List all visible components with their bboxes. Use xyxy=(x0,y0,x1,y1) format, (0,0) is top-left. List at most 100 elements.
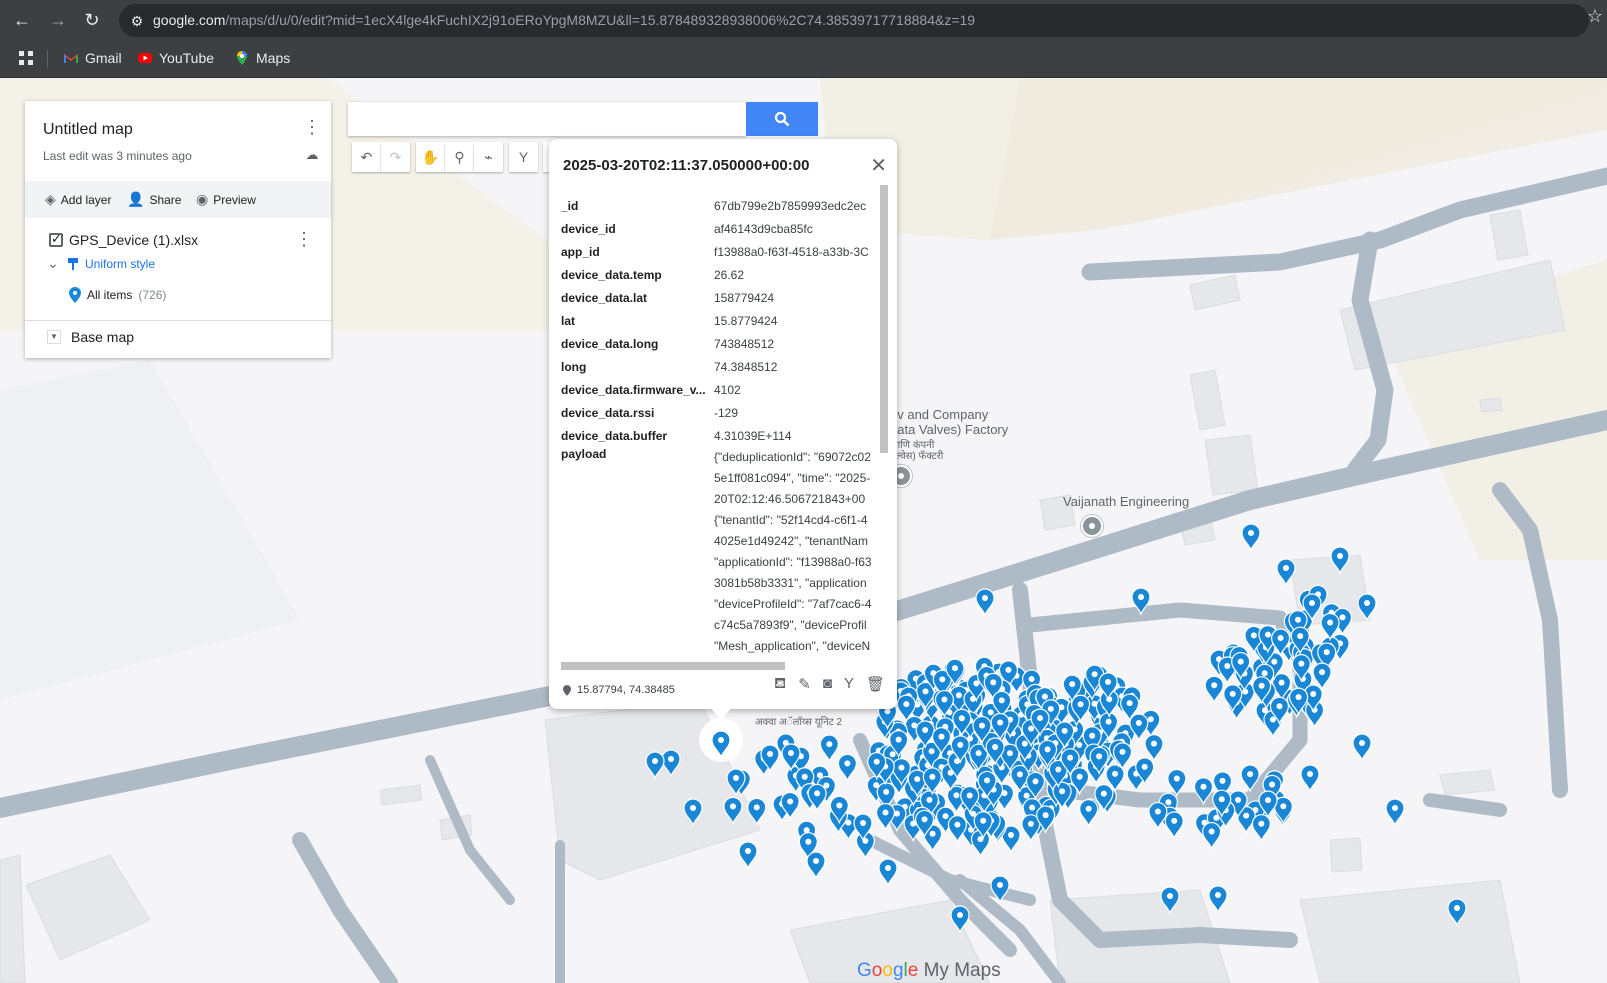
map-marker-icon[interactable] xyxy=(1144,734,1164,763)
bookmark-maps[interactable]: Maps xyxy=(234,50,290,66)
horizontal-scrollbar[interactable] xyxy=(561,662,785,670)
field-key: device_data.firmware_v... xyxy=(561,382,706,397)
vertical-scrollbar[interactable] xyxy=(880,185,888,453)
edit-pencil-icon[interactable]: ✎ xyxy=(798,675,811,694)
popup-field-row: device_data.long 743848512 xyxy=(561,332,879,355)
map-marker-icon[interactable] xyxy=(970,829,991,858)
share-button[interactable]: 👤 Share xyxy=(127,191,181,208)
field-key: device_id xyxy=(561,221,616,236)
preview-button[interactable]: ◉ Preview xyxy=(196,191,256,208)
map-marker-icon[interactable] xyxy=(806,851,826,880)
popup-field-row: device_data.lat 158779424 xyxy=(561,286,879,309)
map-marker-icon[interactable] xyxy=(878,858,898,887)
delete-trash-icon[interactable]: 🗑 xyxy=(866,675,885,694)
map-title[interactable]: Untitled map xyxy=(43,121,133,139)
popup-body[interactable]: _id 67db799e2b7859993edc2ec device_id af461… xyxy=(561,194,879,659)
directions-fork-icon[interactable]: Y xyxy=(844,675,854,694)
map-marker-icon[interactable] xyxy=(738,841,758,870)
gmail-icon xyxy=(64,54,78,63)
popup-field-row: device_data.rssi -129 xyxy=(561,401,879,424)
marker-icon xyxy=(69,287,81,303)
bookmark-star-icon[interactable]: ☆ xyxy=(1587,6,1603,27)
popup-actions: ⛾ ✎ ◙ Y 🗑 xyxy=(774,675,885,694)
layer-name[interactable]: GPS_Device (1).xlsx xyxy=(69,232,198,248)
reload-icon[interactable]: ↻ xyxy=(80,8,104,32)
map-marker-icon[interactable] xyxy=(1385,798,1405,827)
map-marker-icon[interactable] xyxy=(819,734,839,763)
map-marker-icon[interactable] xyxy=(837,753,857,783)
panel-actions: ◈ Add layer 👤 Share ◉ Preview xyxy=(25,181,331,218)
search-button[interactable] xyxy=(746,102,818,136)
payload-row: payload {"deduplicationId": "69072c02 5e1f… xyxy=(561,447,879,657)
pan-hand-icon[interactable]: ✋ xyxy=(416,142,445,172)
popup-field-row: device_id af46143d9cba85fc xyxy=(561,217,879,240)
add-layer-button[interactable]: ◈ Add layer xyxy=(45,191,111,208)
map-marker-icon[interactable] xyxy=(1204,675,1224,705)
field-value: 74.3848512 xyxy=(714,359,778,374)
url-text[interactable]: google.com/maps/d/u/0/edit?mid=1ecX4lge4… xyxy=(153,12,975,28)
bookmark-gmail[interactable]: Gmail xyxy=(63,50,122,66)
payload-line: c74c5a7893f9", "deviceProfil xyxy=(714,618,867,632)
field-key: device_data.buffer xyxy=(561,428,668,443)
base-map-row[interactable]: ▼ Base map xyxy=(47,329,134,345)
popup-field-row: long 74.3848512 xyxy=(561,355,879,378)
map-marker-icon[interactable] xyxy=(1164,811,1184,840)
map-label-factory-4: वल्वेस) फॅक्टरी xyxy=(890,451,944,462)
map-marker-icon[interactable] xyxy=(947,815,968,844)
popup-title: 2025-03-20T02:11:37.050000+00:00 xyxy=(563,157,810,174)
field-key: app_id xyxy=(561,244,600,259)
payload-line: 4025e1d49242", "tenantNam xyxy=(714,534,868,548)
field-value: 4.31039E+114 xyxy=(714,428,792,443)
map-marker-icon[interactable] xyxy=(1167,768,1187,798)
map-marker-icon[interactable] xyxy=(1276,558,1296,587)
style-paint-bucket-icon[interactable]: ⛾ xyxy=(774,675,786,694)
map-marker-icon[interactable] xyxy=(1300,764,1320,793)
map-marker-icon[interactable] xyxy=(1251,814,1271,843)
map-marker-icon[interactable] xyxy=(1079,799,1099,828)
layer-options-icon[interactable]: ⋮ xyxy=(295,229,313,250)
cloud-saved-icon: ☁ xyxy=(305,147,319,162)
layer-visibility-checkbox[interactable] xyxy=(49,231,63,247)
bookmarks-bar: Gmail YouTube Maps xyxy=(0,40,1607,78)
site-info-icon[interactable]: ⚙ xyxy=(127,11,147,31)
undo-icon[interactable]: ↶ xyxy=(352,142,381,172)
map-marker-icon[interactable] xyxy=(1241,523,1261,552)
layer-row[interactable]: GPS_Device (1).xlsx xyxy=(49,231,198,248)
draw-line-icon[interactable]: ⌁ xyxy=(474,142,503,172)
add-marker-icon[interactable]: ⚲ xyxy=(445,142,474,172)
map-marker-icon[interactable] xyxy=(1201,821,1222,851)
field-key: _id xyxy=(561,198,579,213)
forward-icon[interactable]: → xyxy=(46,8,70,32)
directions-icon[interactable]: Y xyxy=(509,142,538,172)
field-key: device_data.rssi xyxy=(561,405,655,420)
all-items-row[interactable]: All items (726) xyxy=(69,287,166,303)
camera-icon[interactable]: ◙ xyxy=(823,675,832,694)
bookmark-youtube[interactable]: YouTube xyxy=(137,50,214,66)
map-options-icon[interactable]: ⋮ xyxy=(303,117,321,141)
field-value: -129 xyxy=(714,405,739,420)
back-icon[interactable]: ← xyxy=(10,8,34,32)
expand-icon[interactable]: ▼ xyxy=(47,330,61,344)
layers-icon: ◈ xyxy=(45,191,56,207)
map-marker-icon[interactable] xyxy=(1352,733,1372,762)
map-marker-icon[interactable] xyxy=(975,588,995,617)
feature-info-popup: 2025-03-20T02:11:37.050000+00:00 ✕ _id 67… xyxy=(549,139,897,709)
search-input[interactable] xyxy=(348,102,746,136)
field-key: payload xyxy=(561,447,607,461)
field-key: device_data.temp xyxy=(561,267,662,282)
close-icon[interactable]: ✕ xyxy=(870,153,887,178)
chevron-down-icon[interactable]: ⌄ xyxy=(47,255,61,272)
person-add-icon: 👤 xyxy=(127,191,145,207)
layer-style-row[interactable]: ⌄ Uniform style xyxy=(47,255,155,272)
redo-icon[interactable]: ↷ xyxy=(381,142,410,172)
address-bar[interactable]: ⚙ google.com/maps/d/u/0/edit?mid=1ecX4lg… xyxy=(119,4,1589,37)
poi-engineering-icon[interactable] xyxy=(1081,515,1103,537)
payload-line: 20T02:12:46.506721843+00 xyxy=(714,492,866,506)
google-my-maps-logo: Google My Maps xyxy=(857,960,1001,981)
map-marker-icon[interactable] xyxy=(1208,885,1228,914)
search-box[interactable] xyxy=(348,102,746,136)
last-edit-text: Last edit was 3 minutes ago xyxy=(43,149,192,163)
field-value: 743848512 xyxy=(714,336,775,351)
map-label-engineering: Vaijanath Engineering xyxy=(1063,494,1190,509)
apps-grid-icon[interactable] xyxy=(18,50,34,66)
